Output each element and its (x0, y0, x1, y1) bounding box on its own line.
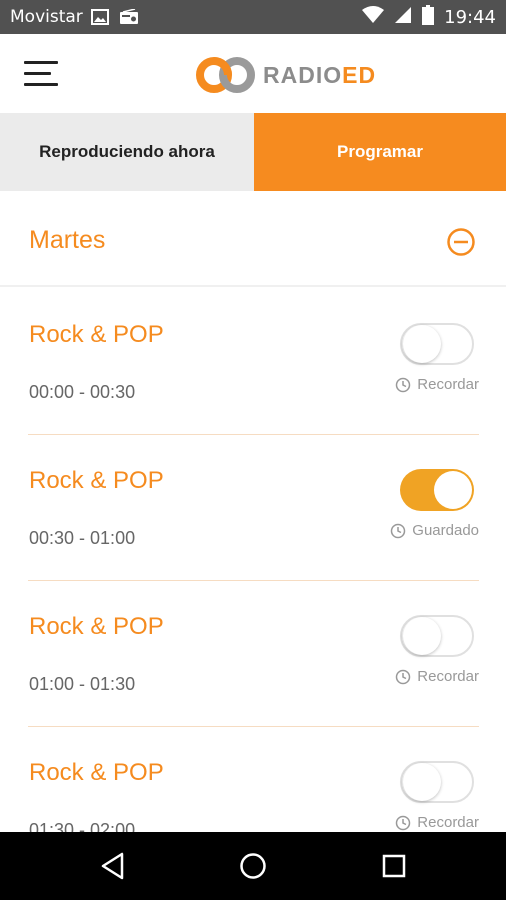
carrier-name: Movistar (10, 7, 83, 27)
program-title: Rock & POP (29, 467, 164, 494)
program-time: 01:00 - 01:30 (29, 674, 136, 694)
wifi-icon (362, 5, 385, 29)
system-nav-bar (0, 832, 506, 900)
home-icon[interactable] (237, 850, 269, 882)
tab-schedule[interactable]: Programar (254, 113, 506, 191)
reminder-toggle[interactable] (400, 761, 474, 803)
app-logo: RADIOED (195, 56, 376, 94)
toggle-knob (434, 471, 472, 509)
radio-icon (119, 9, 139, 25)
status-label: Recordar (417, 376, 479, 393)
app-screen: Movistar 19:44 RADIOED Reproduciendo aho… (0, 0, 506, 900)
reminder-status: Recordar (395, 376, 479, 393)
recents-icon[interactable] (378, 850, 410, 882)
day-name: Martes (29, 226, 106, 254)
day-header[interactable]: Martes (0, 191, 506, 287)
toggle-knob (403, 617, 441, 655)
status-label: Recordar (417, 814, 479, 831)
app-bar: RADIOED (0, 34, 506, 113)
status-label: Guardado (412, 522, 479, 539)
clock-icon (391, 523, 406, 538)
battery-icon (422, 4, 435, 30)
hamburger-icon[interactable] (24, 61, 58, 87)
program-title: Rock & POP (29, 759, 164, 786)
logo-text: RADIOED (263, 61, 377, 88)
status-label: Recordar (417, 668, 479, 685)
program-title: Rock & POP (29, 613, 164, 640)
program-title: Rock & POP (29, 321, 164, 348)
back-icon[interactable] (98, 850, 130, 882)
reminder-toggle[interactable] (400, 469, 474, 511)
clock-icon (396, 377, 411, 392)
clock-icon (396, 669, 411, 684)
status-bar: Movistar 19:44 (0, 0, 506, 34)
minus-circle-icon[interactable] (446, 227, 476, 257)
reminder-status: Guardado (390, 522, 479, 539)
toggle-knob (403, 325, 441, 363)
list-item: Rock & POP 01:00 - 01:30 Recordar (28, 581, 479, 727)
toggle-knob (403, 763, 441, 801)
signal-icon (394, 6, 412, 29)
program-list: Rock & POP 00:00 - 00:30 Recordar Rock &… (0, 289, 506, 873)
clock: 19:44 (444, 6, 496, 28)
reminder-status: Recordar (395, 814, 479, 831)
image-icon (90, 9, 109, 25)
program-time: 00:00 - 00:30 (29, 382, 136, 402)
reminder-toggle[interactable] (400, 615, 474, 657)
tab-now-playing[interactable]: Reproduciendo ahora (0, 113, 254, 191)
list-item: Rock & POP 00:00 - 00:30 Recordar (28, 289, 479, 435)
logo-mark (196, 57, 255, 93)
program-time: 00:30 - 01:00 (29, 528, 136, 548)
list-item: Rock & POP 00:30 - 01:00 Guardado (28, 435, 479, 581)
reminder-status: Recordar (395, 668, 479, 685)
clock-icon (396, 815, 411, 830)
tab-bar: Reproduciendo ahora Programar (0, 113, 506, 191)
reminder-toggle[interactable] (400, 323, 474, 365)
